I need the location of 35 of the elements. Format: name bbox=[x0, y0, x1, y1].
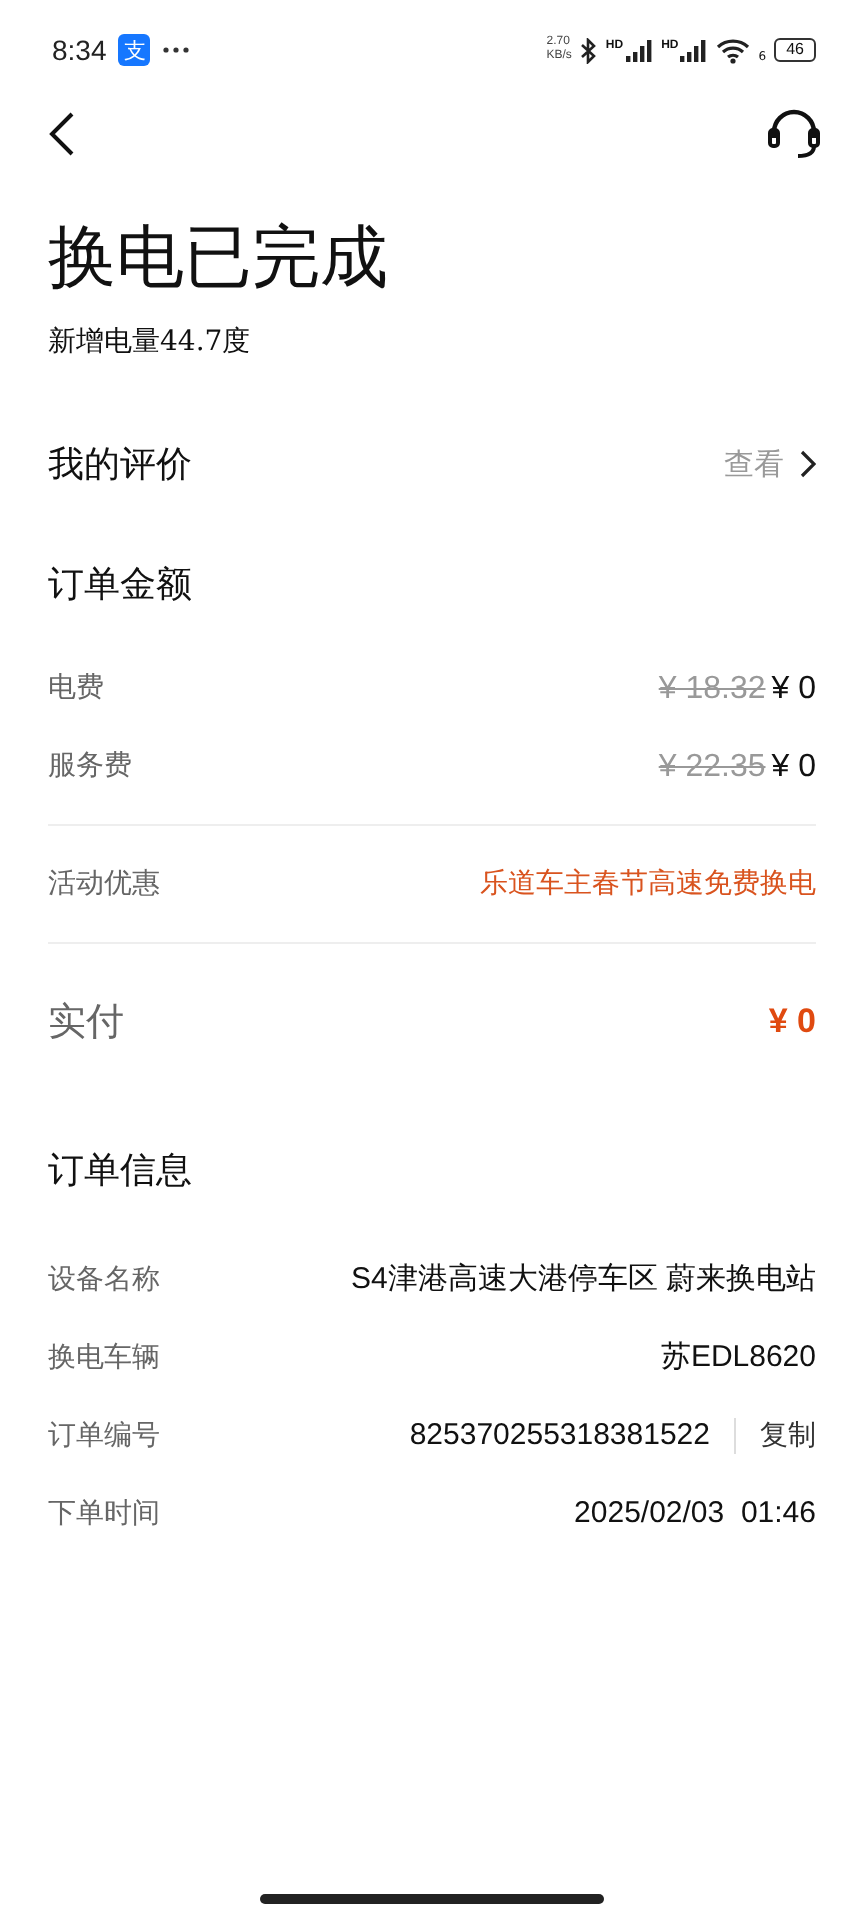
signal-icon bbox=[625, 39, 654, 61]
headset-icon[interactable] bbox=[764, 106, 824, 162]
signal-icon bbox=[680, 39, 709, 61]
page-title: 换电已完成 bbox=[48, 216, 390, 302]
battery-level: 46 bbox=[774, 38, 816, 62]
info-label: 下单时间 bbox=[48, 1495, 160, 1531]
section-heading: 我的评价 bbox=[48, 442, 192, 488]
wifi-icon bbox=[716, 37, 751, 63]
fee-label: 电费 bbox=[48, 669, 104, 705]
promotion-value: 乐道车主春节高速免费换电 bbox=[480, 866, 816, 902]
app-badge: 支 bbox=[118, 34, 151, 66]
info-value: 苏EDL8620 bbox=[660, 1338, 816, 1376]
bluetooth-icon bbox=[579, 37, 598, 63]
more-icon bbox=[162, 46, 191, 54]
paid-amount: ¥ 0 bbox=[768, 1002, 816, 1042]
paid-label: 实付 bbox=[48, 998, 124, 1048]
chevron-icon bbox=[800, 450, 816, 478]
fee-label: 服务费 bbox=[48, 747, 132, 783]
section-heading: 订单信息 bbox=[48, 1148, 192, 1194]
info-label: 订单编号 bbox=[48, 1417, 160, 1453]
energy-added: 新增电量44.7度 bbox=[48, 324, 253, 360]
info-label: 换电车辆 bbox=[48, 1339, 160, 1375]
status-time: 8:34 bbox=[52, 34, 107, 66]
info-value: 825370255318381522 bbox=[409, 1418, 710, 1452]
copy-button[interactable]: 复制 bbox=[734, 1417, 816, 1453]
original-price: ¥ 18.32 bbox=[658, 671, 766, 705]
back-button[interactable] bbox=[48, 112, 76, 156]
section-heading: 订单金额 bbox=[48, 562, 192, 608]
info-value: S4津港高速大港停车区 蔚来换电站 bbox=[350, 1260, 816, 1298]
info-value: 2025/02/03 01:46 bbox=[574, 1496, 816, 1530]
promotion-label: 活动优惠 bbox=[48, 866, 160, 902]
original-price: ¥ 22.35 bbox=[658, 749, 766, 783]
fee-price: ¥ 0 bbox=[771, 749, 816, 783]
fee-price: ¥ 0 bbox=[771, 671, 816, 705]
info-label: 设备名称 bbox=[48, 1261, 160, 1297]
